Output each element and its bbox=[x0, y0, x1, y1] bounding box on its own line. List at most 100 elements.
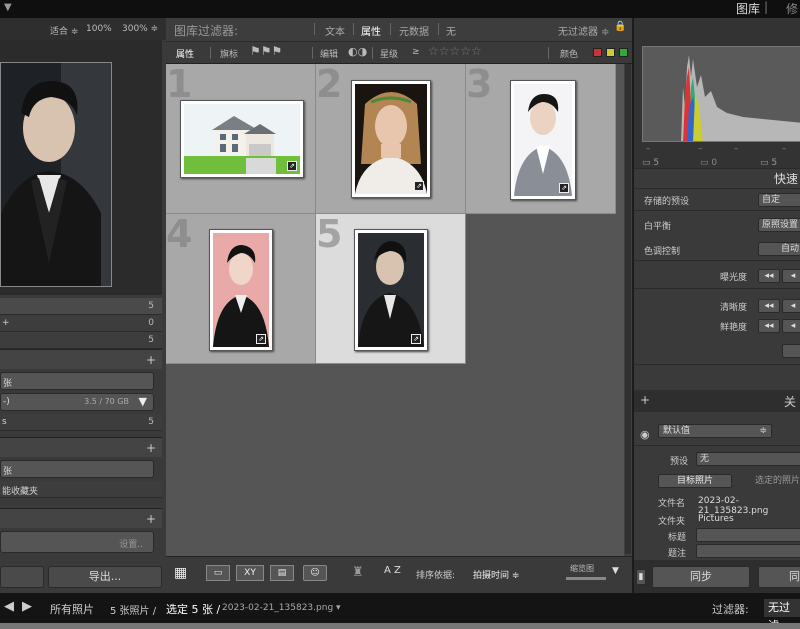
white-balance-select[interactable]: 原照设置 bbox=[758, 218, 800, 232]
back-arrow-icon[interactable]: ◀ bbox=[4, 599, 14, 614]
navigator-preview[interactable] bbox=[0, 40, 162, 295]
current-filename[interactable]: 2023-02-21_135823.png ▾ bbox=[222, 603, 341, 613]
grid-view-icon[interactable]: ▦ bbox=[174, 565, 187, 581]
zoom-300[interactable]: 300% ≑ bbox=[122, 24, 158, 34]
import-button[interactable] bbox=[0, 566, 44, 588]
add-publish-icon[interactable]: + bbox=[146, 512, 156, 526]
sort-direction-icon[interactable]: A Z bbox=[384, 565, 401, 576]
grid-cell[interactable]: 4 ⇗ bbox=[166, 214, 316, 364]
add-keyword-icon[interactable]: + bbox=[640, 393, 650, 407]
rating-stars[interactable]: ☆☆☆☆☆ bbox=[428, 44, 482, 58]
title-field[interactable] bbox=[696, 544, 800, 558]
thumbnail[interactable]: ⇗ bbox=[180, 100, 304, 178]
clarity-label: 清晰度 bbox=[720, 303, 748, 313]
add-collection-icon[interactable]: + bbox=[146, 441, 156, 455]
collapse-arrow-icon[interactable]: ▼ bbox=[4, 2, 12, 13]
clarity-decrease-button[interactable]: ◂◂ bbox=[758, 299, 780, 313]
grid-cell[interactable]: 2 ⇗ bbox=[316, 64, 466, 214]
toolbar-menu-chevron-icon[interactable]: ▼ bbox=[612, 566, 619, 576]
catalog-row-previous[interactable]: 5 bbox=[0, 332, 162, 349]
expand-triangle-icon[interactable]: ▼ bbox=[139, 395, 147, 408]
smart-collections-row[interactable]: 能收藏夹 bbox=[0, 481, 162, 498]
loupe-view-icon[interactable]: ▭ bbox=[206, 565, 230, 581]
thumbnail[interactable]: ⇗ bbox=[354, 229, 428, 351]
develop-badge-icon: ⇗ bbox=[287, 161, 297, 171]
exposure-increase-button[interactable]: ◂ bbox=[782, 269, 800, 283]
thumbnail-grid: 1 ⇗ 2 ⇗ 3 ⇗ 4 ⇗ 5 ⇗ bbox=[166, 64, 632, 556]
grid-cell[interactable]: 3 ⇗ bbox=[466, 64, 616, 214]
target-photo-tab[interactable]: 目标照片 bbox=[658, 474, 732, 488]
folder-value[interactable]: Pictures bbox=[698, 514, 734, 524]
filter-tab-attribute[interactable]: 属性 bbox=[361, 23, 381, 38]
selected-photos-tab[interactable]: 选定的照片 bbox=[734, 474, 800, 488]
grid-cell-selected[interactable]: 5 ⇗ bbox=[316, 214, 466, 364]
vibrance-decrease-button[interactable]: ◂◂ bbox=[758, 319, 780, 333]
flag-filter-icon[interactable]: ⚑⚑⚑ bbox=[250, 44, 282, 58]
compare-view-button[interactable]: XY bbox=[236, 565, 264, 581]
color-swatch-green[interactable] bbox=[619, 48, 628, 57]
module-library[interactable]: 图库 bbox=[736, 0, 760, 17]
thumbnail-size-slider[interactable] bbox=[566, 577, 606, 580]
keywording-header[interactable]: + 关 bbox=[634, 390, 800, 412]
sync-bar: ▮ 同步 同 bbox=[634, 560, 800, 593]
collection-search-field[interactable]: 张 bbox=[0, 460, 154, 478]
eye-icon[interactable]: ◉ bbox=[640, 428, 650, 441]
vibrance-label: 鲜艳度 bbox=[720, 323, 748, 333]
publish-settings-field[interactable]: 设置.. bbox=[0, 531, 154, 553]
thumbnail[interactable]: ⇗ bbox=[351, 80, 431, 198]
saved-preset-select[interactable]: 自定 bbox=[758, 193, 800, 207]
thumbnail[interactable]: ⇗ bbox=[510, 80, 576, 200]
sync-settings-button[interactable]: 同 bbox=[758, 566, 800, 588]
lock-icon[interactable]: 🔒 bbox=[614, 21, 626, 32]
grid-scrollbar[interactable] bbox=[624, 64, 632, 556]
zoom-100[interactable]: 100% bbox=[86, 24, 112, 34]
divider bbox=[634, 260, 800, 261]
scrollbar-thumb[interactable] bbox=[625, 64, 631, 554]
color-swatch-red[interactable] bbox=[593, 48, 602, 57]
metadata-preset-select[interactable]: 默认值 ≑ bbox=[658, 424, 772, 438]
color-swatch-yellow[interactable] bbox=[606, 48, 615, 57]
sort-select[interactable]: 拍摄时间 ≑ bbox=[473, 568, 519, 581]
zoom-fit[interactable]: 适合 ≑ bbox=[50, 24, 78, 37]
collections-header[interactable]: + bbox=[0, 437, 162, 457]
drive-row[interactable]: -) 3.5 / 70 GB ▼ bbox=[0, 393, 154, 411]
publish-header[interactable]: + bbox=[0, 508, 162, 528]
folders-header[interactable]: + bbox=[0, 349, 162, 369]
people-view-icon[interactable]: ☺ bbox=[303, 565, 327, 581]
auto-tone-button[interactable]: 自动 bbox=[758, 242, 800, 256]
module-develop[interactable]: 修 bbox=[786, 0, 798, 17]
forward-arrow-icon[interactable]: ▶ bbox=[22, 599, 32, 614]
thumbnail[interactable]: ⇗ bbox=[209, 229, 273, 351]
rating-operator[interactable]: ≥ bbox=[412, 47, 420, 57]
folder-search-field[interactable]: 张 bbox=[0, 372, 154, 390]
auto-sync-toggle[interactable]: ▮ bbox=[636, 569, 646, 585]
vibrance-increase-button[interactable]: ◂ bbox=[782, 319, 800, 333]
filter-select[interactable]: 无过滤 bbox=[764, 599, 800, 629]
preset-select[interactable]: 无 bbox=[696, 452, 800, 466]
add-folder-icon[interactable]: + bbox=[146, 353, 156, 367]
sync-metadata-button[interactable]: 同步 bbox=[652, 566, 750, 588]
grid-cell[interactable]: 1 ⇗ bbox=[166, 64, 316, 214]
catalog-row-all[interactable]: 5 bbox=[0, 298, 162, 315]
white-balance-label: 白平衡 bbox=[644, 222, 672, 232]
filter-tab-text[interactable]: 文本 bbox=[325, 23, 345, 38]
edit-filter-icon[interactable]: ◐◑ bbox=[348, 45, 367, 58]
survey-view-icon[interactable]: ▤ bbox=[270, 565, 294, 581]
filter-preset-select[interactable]: 无过滤器 ≑ bbox=[558, 23, 610, 38]
reset-all-button[interactable] bbox=[782, 344, 800, 358]
export-button[interactable]: 导出... bbox=[48, 566, 162, 588]
caption-field[interactable] bbox=[696, 528, 800, 542]
source-all-photos[interactable]: 所有照片 bbox=[50, 601, 94, 617]
spray-can-icon[interactable]: ♜ bbox=[352, 565, 364, 580]
clarity-increase-button[interactable]: ◂ bbox=[782, 299, 800, 313]
cell-index: 4 bbox=[166, 214, 193, 256]
filename-value[interactable]: 2023-02-21_135823.png bbox=[698, 496, 800, 516]
man-photo bbox=[514, 84, 572, 196]
photo-count: 5 张照片 / bbox=[110, 606, 157, 617]
quick-develop-title[interactable]: 快速 bbox=[774, 170, 798, 187]
catalog-row-quick[interactable]: + 0 bbox=[0, 315, 162, 332]
filter-tab-metadata[interactable]: 元数据 bbox=[399, 23, 429, 38]
filter-tab-none[interactable]: 无 bbox=[446, 23, 456, 38]
exposure-decrease-button[interactable]: ◂◂ bbox=[758, 269, 780, 283]
folder-row-pictures[interactable]: s 5 bbox=[0, 414, 162, 431]
